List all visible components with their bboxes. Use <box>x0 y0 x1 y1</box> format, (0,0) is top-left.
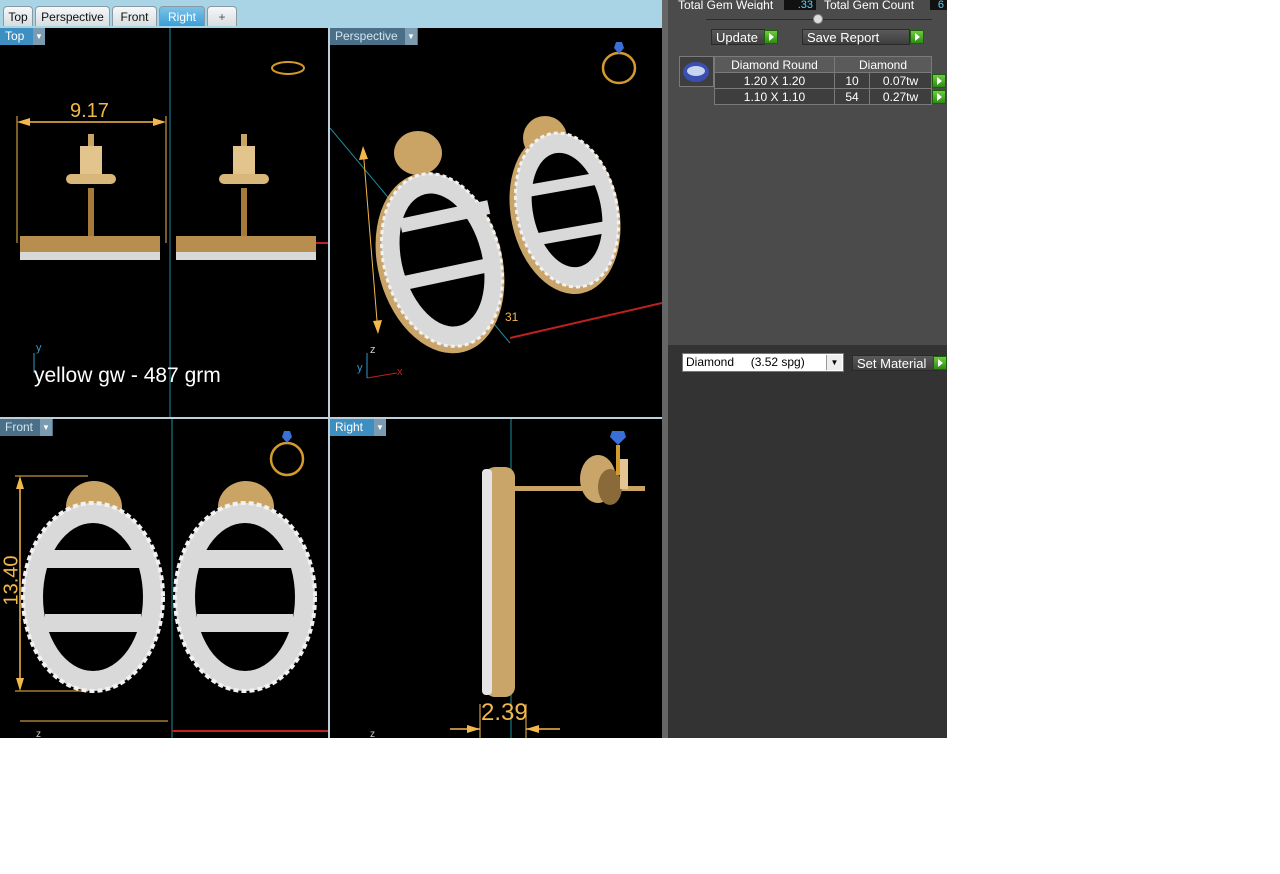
chevron-down-icon[interactable]: ▼ <box>405 28 417 45</box>
viewport-perspective[interactable]: Perspective ▼ 31 z y x <box>330 28 662 417</box>
row-go-icon[interactable] <box>932 73 946 88</box>
chevron-down-icon[interactable]: ▼ <box>33 28 45 45</box>
right-view-render <box>450 419 645 738</box>
dimension-height: 13.40 <box>0 555 23 606</box>
top-view-render <box>16 28 328 417</box>
gem-report-panel: Total Gem Weight .33 Total Gem Count 6 U… <box>668 0 947 738</box>
tab-front[interactable]: Front <box>112 6 157 26</box>
total-gem-count-label: Total Gem Count <box>824 0 915 10</box>
material-select[interactable]: Diamond (3.52 spg) ▼ <box>682 353 844 372</box>
dimension-depth: 2.39 <box>481 699 528 726</box>
table-row[interactable]: 1.20 X 1.20 10 0.07tw <box>714 72 947 89</box>
save-report-button[interactable]: Save Report <box>802 29 910 45</box>
gem-weight: 0.27tw <box>869 88 932 105</box>
gem-thumbnail[interactable] <box>679 56 714 87</box>
set-material-go-icon[interactable] <box>933 356 947 370</box>
add-tab-button[interactable]: + <box>207 6 237 26</box>
weight-slider-handle[interactable] <box>813 14 823 24</box>
axis-z-label: z <box>370 344 376 356</box>
gem-size: 1.20 X 1.20 <box>714 72 835 89</box>
gem-table-header: Diamond Round Diamond <box>714 56 947 73</box>
chevron-down-icon[interactable]: ▼ <box>374 419 386 436</box>
weight-note: yellow gw - 487 grm <box>34 364 221 387</box>
axis-z-label: z <box>36 729 41 738</box>
table-row[interactable]: 1.10 X 1.10 54 0.27tw <box>714 88 947 105</box>
diamond-round-icon <box>683 62 709 82</box>
set-material-button[interactable]: Set Material <box>852 355 938 371</box>
material-select-value: Diamond (3.52 spg) <box>686 355 805 369</box>
gem-table: Diamond Round Diamond 1.20 X 1.20 10 0.0… <box>714 56 947 105</box>
viewport-tab-bar: Top Perspective Front Right + <box>0 0 662 28</box>
axis-y-label: y <box>36 342 42 354</box>
gem-report-section: Total Gem Weight .33 Total Gem Count 6 U… <box>668 0 947 345</box>
row-go-icon[interactable] <box>932 89 946 104</box>
total-gem-count-value: 6 <box>930 0 947 10</box>
perspective-view-render <box>330 42 662 379</box>
axis-z-label: z <box>370 729 375 738</box>
front-view-render <box>15 419 328 738</box>
header-shape: Diamond Round <box>714 56 835 73</box>
chevron-down-icon[interactable]: ▼ <box>826 355 842 370</box>
axis-x-label: x <box>397 366 403 378</box>
viewport-right[interactable]: Right ▼ 2.39 z <box>330 419 662 738</box>
update-go-icon[interactable] <box>764 30 778 44</box>
tab-perspective[interactable]: Perspective <box>35 6 110 26</box>
axis-y-label: y <box>357 362 363 374</box>
viewport-top[interactable]: Top ▼ 9.17 y yellow gw - 487 grm <box>0 28 328 417</box>
jewelry-cad-app: Top Perspective Front Right + Top ▼ 9.17… <box>0 0 947 738</box>
chevron-down-icon[interactable]: ▼ <box>40 419 52 436</box>
gem-weight: 0.07tw <box>869 72 932 89</box>
gem-size: 1.10 X 1.10 <box>714 88 835 105</box>
total-gem-weight-value: .33 <box>784 0 816 10</box>
save-report-go-icon[interactable] <box>910 30 924 44</box>
dimension-width: 9.17 <box>70 100 109 122</box>
tab-top[interactable]: Top <box>3 6 33 26</box>
tab-right[interactable]: Right <box>159 6 205 26</box>
viewport-front[interactable]: Front ▼ 13.40 z <box>0 419 328 738</box>
update-button[interactable]: Update <box>711 29 765 45</box>
gem-count: 54 <box>834 88 870 105</box>
dimension-angle: 31 <box>505 310 519 324</box>
total-gem-weight-label: Total Gem Weight <box>678 0 774 10</box>
gem-count: 10 <box>834 72 870 89</box>
header-material: Diamond <box>834 56 932 73</box>
